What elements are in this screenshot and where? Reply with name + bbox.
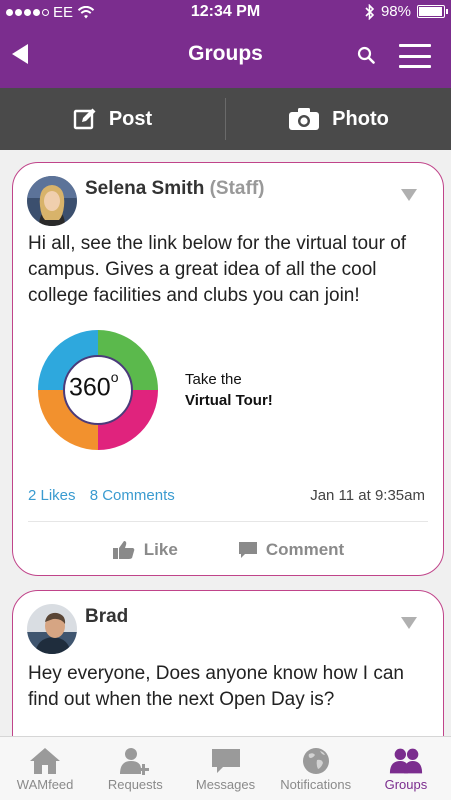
- post-date: Jan 11 at 9:35am: [310, 487, 425, 504]
- chevron-down-icon[interactable]: [401, 189, 417, 201]
- battery-icon: [417, 5, 448, 18]
- tab-label: Requests: [107, 777, 163, 792]
- menu-icon[interactable]: [399, 44, 431, 68]
- tab-notifications[interactable]: Notifications: [271, 737, 361, 800]
- nav-bar: Groups: [0, 30, 451, 82]
- comments-count[interactable]: 8 Comments: [90, 487, 175, 504]
- tour-line2: Virtual Tour!: [185, 392, 273, 409]
- post-divider: [28, 521, 428, 522]
- search-icon[interactable]: [357, 46, 375, 64]
- page-title: Groups: [188, 42, 263, 65]
- likes-count[interactable]: 2 Likes: [28, 487, 76, 504]
- photo-label: Photo: [332, 107, 389, 130]
- post-text: Hey everyone, Does anyone know how I can…: [28, 663, 404, 710]
- edit-icon: [73, 108, 96, 130]
- tab-label: Messages: [195, 777, 256, 792]
- author-role: (Staff): [209, 178, 265, 199]
- tab-requests[interactable]: Requests: [90, 737, 180, 800]
- post-card: Selena Smith (Staff) Hi all, see the lin…: [12, 162, 444, 576]
- status-right: 98%: [365, 3, 448, 20]
- feed[interactable]: Selena Smith (Staff) Hi all, see the lin…: [0, 150, 451, 736]
- photo-button[interactable]: Photo: [226, 88, 451, 150]
- tab-bar: WAMfeed Requests Messages Notifications …: [0, 736, 451, 800]
- comment-label: Comment: [265, 540, 345, 559]
- post-author[interactable]: Brad: [85, 606, 128, 628]
- post-button[interactable]: Post: [0, 88, 225, 150]
- action-bar: Post Photo: [0, 88, 451, 150]
- tab-label: Notifications: [280, 777, 352, 792]
- post-label: Post: [108, 107, 153, 130]
- post-text: Hi all, see the link below for the virtu…: [28, 233, 407, 306]
- top-bar: EE 12:34 PM 98% Groups: [0, 0, 451, 88]
- author-name: Selena Smith: [85, 178, 205, 199]
- tour-number: 360: [69, 373, 111, 402]
- comment-button[interactable]: Comment: [238, 535, 344, 565]
- tab-label: Groups: [384, 777, 428, 792]
- home-icon: [30, 748, 61, 774]
- globe-icon: [302, 748, 329, 774]
- tour-label: Take the Virtual Tour!: [185, 369, 273, 411]
- like-button[interactable]: Like: [112, 535, 178, 565]
- comment-icon: [238, 542, 257, 558]
- avatar[interactable]: [27, 604, 77, 654]
- tour-degree: o: [110, 369, 119, 385]
- tab-messages[interactable]: Messages: [180, 737, 270, 800]
- avatar[interactable]: [27, 176, 77, 226]
- battery-fill: [419, 7, 443, 16]
- chat-icon: [211, 749, 240, 773]
- like-label: Like: [143, 540, 178, 559]
- battery-percent: 98%: [380, 3, 411, 20]
- thumbs-up-icon: [112, 541, 135, 559]
- add-user-icon: [120, 748, 150, 775]
- author-name: Brad: [85, 606, 129, 627]
- tab-groups[interactable]: Groups: [361, 737, 451, 800]
- tab-wamfeed[interactable]: WAMfeed: [0, 737, 90, 800]
- post-meta: 2 Likes 8 Comments Jan 11 at 9:35am: [28, 487, 425, 504]
- tour-360-text: 360o: [69, 369, 119, 402]
- post-actions: Like Comment: [13, 535, 443, 565]
- tab-label: WAMfeed: [16, 777, 74, 792]
- group-icon: [389, 748, 423, 774]
- tour-line1: Take the: [185, 371, 242, 388]
- camera-icon: [289, 108, 320, 130]
- post-card: Brad Hey everyone, Does anyone know how …: [12, 590, 444, 736]
- virtual-tour-link[interactable]: 360o Take the Virtual Tour!: [33, 325, 273, 455]
- status-bar: EE 12:34 PM 98%: [0, 0, 451, 24]
- bluetooth-icon: [365, 3, 375, 20]
- post-author[interactable]: Selena Smith (Staff): [85, 178, 265, 200]
- chevron-down-icon[interactable]: [401, 617, 417, 629]
